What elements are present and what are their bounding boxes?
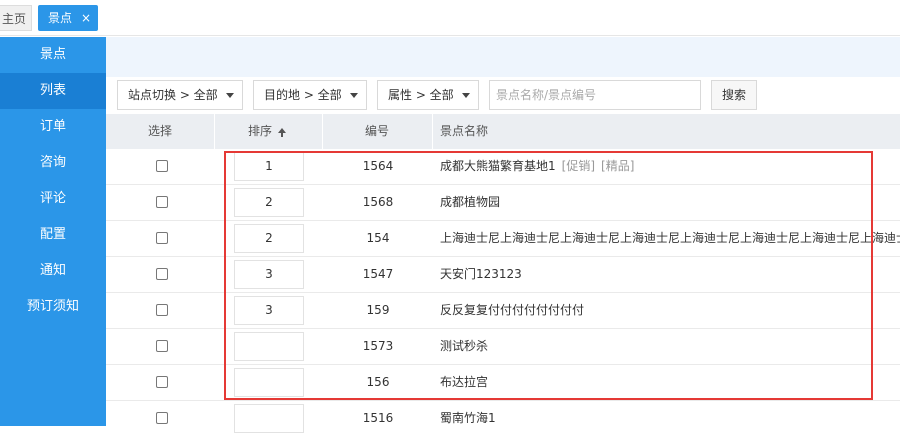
- sort-input[interactable]: 2: [234, 188, 304, 217]
- sort-input[interactable]: 3: [234, 260, 304, 289]
- scenic-number: 1564: [362, 159, 394, 173]
- sidebar-item-booking-notes[interactable]: 预订须知: [0, 289, 106, 325]
- scenic-number: 156: [366, 375, 390, 389]
- scenic-name[interactable]: 天安门123123: [440, 257, 900, 292]
- scenic-name[interactable]: 反反复复付付付付付付付付: [440, 293, 900, 328]
- sort-input[interactable]: 3: [234, 296, 304, 325]
- sort-input[interactable]: [234, 404, 304, 433]
- sidebar-item-inquiry[interactable]: 咨询: [0, 145, 106, 181]
- row-checkbox[interactable]: [156, 376, 168, 388]
- main-content: 站点切换 > 全部 目的地 > 全部 属性 > 全部 搜索 选择 排序 编号 景…: [106, 37, 900, 433]
- header-divider: [322, 114, 323, 149]
- sort-input[interactable]: 2: [234, 224, 304, 253]
- attribute-dropdown[interactable]: 属性 > 全部: [377, 80, 479, 110]
- table-row: 3 1547 天安门123123: [106, 257, 900, 293]
- scenic-name[interactable]: 上海迪士尼上海迪士尼上海迪士尼上海迪士尼上海迪士尼上海迪士尼上海迪士尼上海迪士: [440, 221, 900, 256]
- table-row: 3 159 反反复复付付付付付付付付: [106, 293, 900, 329]
- tab-home[interactable]: 主页: [0, 5, 32, 31]
- row-checkbox[interactable]: [156, 160, 168, 172]
- chevron-down-icon: [350, 93, 358, 98]
- row-checkbox[interactable]: [156, 340, 168, 352]
- scenic-number: 159: [366, 303, 390, 317]
- scenic-name[interactable]: 测试秒杀: [440, 329, 900, 364]
- row-checkbox[interactable]: [156, 268, 168, 280]
- premium-tag: [精品]: [601, 159, 635, 173]
- scenic-name[interactable]: 成都大熊猫繁育基地1 [促销] [精品]: [440, 149, 900, 184]
- sidebar: 景点 列表 订单 咨询 评论 配置 通知 预订须知: [0, 37, 106, 426]
- row-checkbox[interactable]: [156, 232, 168, 244]
- arrow-up-icon: [278, 128, 287, 137]
- filter-bar: 站点切换 > 全部 目的地 > 全部 属性 > 全部 搜索: [117, 80, 900, 111]
- sidebar-item-list[interactable]: 列表: [0, 73, 106, 109]
- header-number: 编号: [365, 124, 390, 138]
- table-row: 1516 蜀南竹海1: [106, 401, 900, 437]
- table-row: 2 154 上海迪士尼上海迪士尼上海迪士尼上海迪士尼上海迪士尼上海迪士尼上海迪士…: [106, 221, 900, 257]
- sidebar-item-config[interactable]: 配置: [0, 217, 106, 253]
- table-header: 选择 排序 编号 景点名称: [106, 114, 900, 149]
- sidebar-item-reviews[interactable]: 评论: [0, 181, 106, 217]
- station-dropdown-label: 站点切换 > 全部: [128, 88, 218, 102]
- header-name: 景点名称: [440, 124, 489, 138]
- destination-dropdown-label: 目的地 > 全部: [264, 88, 342, 102]
- table-row: 1573 测试秒杀: [106, 329, 900, 365]
- header-banner: [106, 37, 900, 77]
- scenic-number: 1568: [362, 195, 394, 209]
- table-row: 2 1568 成都植物园: [106, 185, 900, 221]
- table-row: 1 1564 成都大熊猫繁育基地1 [促销] [精品]: [106, 149, 900, 185]
- promo-tag: [促销]: [561, 159, 596, 173]
- header-divider: [214, 114, 215, 149]
- chevron-down-icon: [462, 93, 470, 98]
- scenic-number: 1573: [362, 339, 394, 353]
- sidebar-item-notice[interactable]: 通知: [0, 253, 106, 289]
- search-input[interactable]: [489, 80, 701, 110]
- tab-bar: 主页 景点 ×: [0, 0, 900, 36]
- scenic-number: 1547: [362, 267, 394, 281]
- sort-input[interactable]: 1: [234, 152, 304, 181]
- scenic-name[interactable]: 蜀南竹海1: [440, 401, 900, 436]
- sort-input[interactable]: [234, 332, 304, 361]
- scenic-name-text: 成都大熊猫繁育基地1: [440, 159, 556, 173]
- close-icon[interactable]: ×: [81, 5, 91, 31]
- row-checkbox[interactable]: [156, 304, 168, 316]
- sort-input[interactable]: [234, 368, 304, 397]
- row-checkbox[interactable]: [156, 196, 168, 208]
- row-checkbox[interactable]: [156, 412, 168, 424]
- attribute-dropdown-label: 属性 > 全部: [388, 88, 454, 102]
- search-button[interactable]: 搜索: [711, 80, 757, 110]
- header-sort[interactable]: 排序: [248, 114, 287, 149]
- scenic-name[interactable]: 成都植物园: [440, 185, 900, 220]
- sidebar-item-orders[interactable]: 订单: [0, 109, 106, 145]
- header-sort-label: 排序: [248, 124, 273, 138]
- tab-scenic[interactable]: 景点 ×: [38, 5, 98, 31]
- destination-dropdown[interactable]: 目的地 > 全部: [253, 80, 367, 110]
- scenic-number: 1516: [362, 411, 394, 425]
- sidebar-item-scenic[interactable]: 景点: [0, 37, 106, 73]
- header-divider: [432, 114, 433, 149]
- table-row: 156 布达拉宫: [106, 365, 900, 401]
- scenic-name[interactable]: 布达拉宫: [440, 365, 900, 400]
- header-select: 选择: [148, 124, 173, 138]
- chevron-down-icon: [226, 93, 234, 98]
- tab-scenic-label: 景点: [48, 11, 73, 25]
- scenic-number: 154: [366, 231, 390, 245]
- station-dropdown[interactable]: 站点切换 > 全部: [117, 80, 243, 110]
